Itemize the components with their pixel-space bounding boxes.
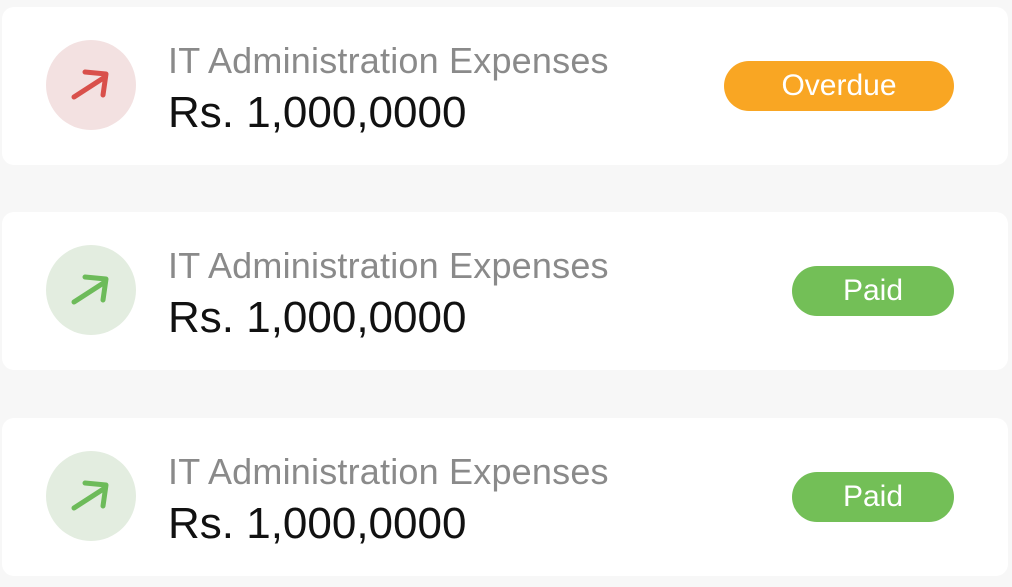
transaction-card[interactable]: IT Administration Expenses Rs. 1,000,000…: [2, 418, 1008, 576]
transaction-title: IT Administration Expenses: [168, 245, 609, 286]
arrow-up-right-icon: [46, 245, 136, 335]
status-badge: Overdue: [724, 61, 954, 111]
transaction-amount: Rs. 1,000,0000: [168, 293, 467, 342]
transaction-card[interactable]: IT Administration Expenses Rs. 1,000,000…: [2, 212, 1008, 370]
transaction-title: IT Administration Expenses: [168, 451, 609, 492]
transaction-list: IT Administration Expenses Rs. 1,000,000…: [0, 0, 1012, 587]
status-badge: Paid: [792, 266, 954, 316]
transaction-amount: Rs. 1,000,0000: [168, 88, 467, 137]
transaction-title: IT Administration Expenses: [168, 40, 609, 81]
transaction-card[interactable]: IT Administration Expenses Rs. 1,000,000…: [2, 7, 1008, 165]
arrow-up-right-icon: [46, 451, 136, 541]
transaction-amount: Rs. 1,000,0000: [168, 499, 467, 548]
status-badge: Paid: [792, 472, 954, 522]
arrow-up-right-icon: [46, 40, 136, 130]
